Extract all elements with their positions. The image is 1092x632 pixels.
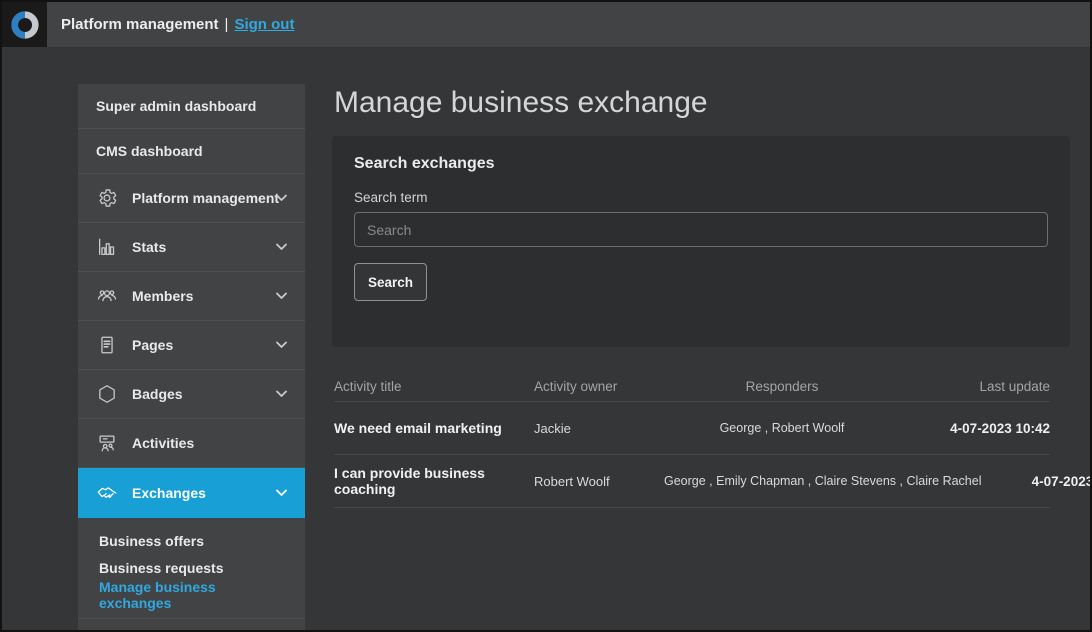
logo (2, 2, 47, 47)
sidebar-item-label: Platform management (132, 190, 279, 206)
booth-icon (96, 432, 120, 454)
search-button[interactable]: Search (354, 263, 427, 301)
sidebar-item-challenges[interactable]: Challenges (78, 619, 305, 630)
sidebar-item-label: Activities (132, 435, 194, 451)
cell-activity-title: We need email marketing (334, 420, 534, 436)
sidebar-item-badges[interactable]: Badges (78, 370, 305, 419)
sidebar-subitem-label: Business requests (99, 560, 224, 576)
document-icon (96, 334, 120, 356)
sidebar-item-label: Super admin dashboard (96, 98, 256, 114)
chevron-down-icon (276, 490, 287, 497)
ring-logo-icon (10, 10, 40, 40)
sidebar-item-cms-dashboard[interactable]: CMS dashboard (78, 129, 305, 174)
cell-last-update: 4-07-2023 10:42 (982, 474, 1092, 489)
topbar: Platform management | Sign out (2, 2, 1090, 47)
sidebar-subitem-label: Manage business exchanges (99, 579, 287, 611)
table-row[interactable]: We need email marketing Jackie George , … (334, 402, 1050, 455)
cell-activity-owner: Robert Woolf (534, 474, 664, 489)
cell-last-update: 4-07-2023 10:42 (900, 421, 1050, 436)
sidebar: Super admin dashboard CMS dashboard Plat… (78, 84, 305, 630)
table-header-row: Activity title Activity owner Responders… (334, 372, 1050, 402)
chevron-down-icon (276, 391, 287, 398)
sidebar-item-label: Stats (132, 239, 166, 255)
cell-responders: George , Robert Woolf (664, 421, 900, 435)
sidebar-item-label: Exchanges (132, 485, 206, 501)
cell-responders: George , Emily Chapman , Claire Stevens … (664, 474, 982, 488)
cell-activity-owner: Jackie (534, 421, 664, 436)
topbar-separator: | (225, 16, 229, 33)
sidebar-item-activities[interactable]: Activities (78, 419, 305, 468)
exchanges-submenu: Business offers Business requests Manage… (78, 518, 305, 619)
search-panel-title: Search exchanges (354, 155, 1048, 173)
sidebar-item-label: Members (132, 288, 193, 304)
search-term-label: Search term (354, 190, 1048, 205)
column-header-activity-owner: Activity owner (534, 379, 664, 394)
exchanges-table: Activity title Activity owner Responders… (334, 372, 1050, 508)
chevron-down-icon (276, 342, 287, 349)
chevron-down-icon (276, 195, 287, 202)
column-header-responders: Responders (664, 379, 900, 394)
sidebar-subitem-business-offers[interactable]: Business offers (78, 527, 305, 554)
sidebar-item-exchanges[interactable]: Exchanges (78, 468, 305, 518)
sidebar-item-platform-management[interactable]: Platform management (78, 174, 305, 223)
hexagon-icon (96, 383, 120, 405)
sidebar-item-members[interactable]: Members (78, 272, 305, 321)
main-content: Manage business exchange Search exchange… (332, 84, 1070, 508)
search-panel: Search exchanges Search term Search (332, 136, 1070, 347)
sidebar-item-super-admin-dashboard[interactable]: Super admin dashboard (78, 84, 305, 129)
handshake-icon (96, 482, 120, 504)
table-row[interactable]: I can provide business coaching Robert W… (334, 455, 1050, 508)
chevron-down-icon (276, 244, 287, 251)
topbar-title: Platform management (61, 16, 219, 33)
search-input[interactable] (354, 212, 1048, 247)
gear-icon (96, 187, 120, 209)
cell-activity-title: I can provide business coaching (334, 465, 534, 497)
people-icon (96, 285, 120, 307)
column-header-activity-title: Activity title (334, 379, 534, 394)
sidebar-subitem-manage-business-exchanges[interactable]: Manage business exchanges (78, 581, 305, 608)
app-window: Platform management | Sign out Super admin… (0, 0, 1092, 632)
bar-chart-icon (96, 236, 120, 258)
sidebar-subitem-business-requests[interactable]: Business requests (78, 554, 305, 581)
sidebar-subitem-label: Business offers (99, 533, 204, 549)
page-title: Manage business exchange (334, 84, 1070, 122)
sidebar-item-label: Pages (132, 337, 173, 353)
sidebar-item-label: Badges (132, 386, 183, 402)
column-header-last-update: Last update (900, 379, 1050, 394)
sidebar-item-pages[interactable]: Pages (78, 321, 305, 370)
sidebar-item-label: CMS dashboard (96, 143, 203, 159)
sidebar-item-stats[interactable]: Stats (78, 223, 305, 272)
chevron-down-icon (276, 293, 287, 300)
sign-out-link[interactable]: Sign out (234, 16, 294, 33)
